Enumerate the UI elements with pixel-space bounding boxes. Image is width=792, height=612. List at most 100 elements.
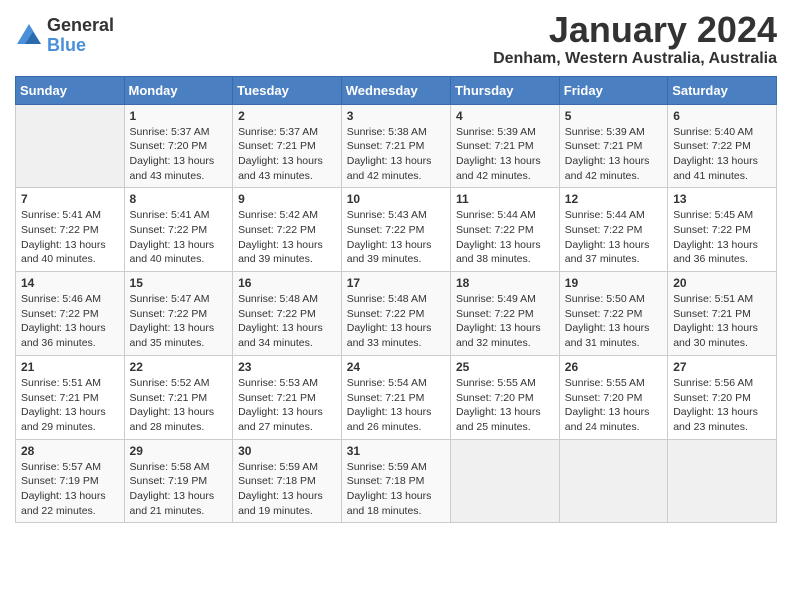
day-cell: 17 Sunrise: 5:48 AM Sunset: 7:22 PM Dayl… (341, 272, 450, 356)
day-number: 18 (456, 276, 554, 290)
sunset-text: Sunset: 7:22 PM (565, 308, 643, 320)
day-number: 9 (238, 192, 336, 206)
sunset-text: Sunset: 7:22 PM (456, 224, 534, 236)
column-headers: SundayMondayTuesdayWednesdayThursdayFrid… (16, 76, 777, 104)
day-info: Sunrise: 5:57 AM Sunset: 7:19 PM Dayligh… (21, 460, 119, 519)
col-header-wednesday: Wednesday (341, 76, 450, 104)
sunrise-text: Sunrise: 5:57 AM (21, 461, 101, 473)
day-cell: 8 Sunrise: 5:41 AM Sunset: 7:22 PM Dayli… (124, 188, 233, 272)
day-number: 21 (21, 360, 119, 374)
day-number: 20 (673, 276, 771, 290)
logo-general-text: General (47, 16, 114, 36)
day-info: Sunrise: 5:59 AM Sunset: 7:18 PM Dayligh… (238, 460, 336, 519)
sunrise-text: Sunrise: 5:44 AM (456, 209, 536, 221)
sunset-text: Sunset: 7:18 PM (238, 475, 316, 487)
sunrise-text: Sunrise: 5:48 AM (347, 293, 427, 305)
sunrise-text: Sunrise: 5:38 AM (347, 126, 427, 138)
sunset-text: Sunset: 7:19 PM (21, 475, 99, 487)
sunset-text: Sunset: 7:21 PM (456, 140, 534, 152)
day-info: Sunrise: 5:50 AM Sunset: 7:22 PM Dayligh… (565, 292, 662, 351)
sunrise-text: Sunrise: 5:59 AM (238, 461, 318, 473)
title-section: January 2024 Denham, Western Australia, … (493, 10, 777, 68)
day-cell: 2 Sunrise: 5:37 AM Sunset: 7:21 PM Dayli… (233, 104, 342, 188)
week-row-3: 14 Sunrise: 5:46 AM Sunset: 7:22 PM Dayl… (16, 272, 777, 356)
day-number: 31 (347, 444, 445, 458)
day-info: Sunrise: 5:58 AM Sunset: 7:19 PM Dayligh… (130, 460, 228, 519)
day-cell: 5 Sunrise: 5:39 AM Sunset: 7:21 PM Dayli… (559, 104, 667, 188)
sunrise-text: Sunrise: 5:55 AM (456, 377, 536, 389)
day-info: Sunrise: 5:53 AM Sunset: 7:21 PM Dayligh… (238, 376, 336, 435)
day-cell (450, 439, 559, 523)
sunset-text: Sunset: 7:22 PM (456, 308, 534, 320)
daylight-text: Daylight: 13 hours and 36 minutes. (673, 239, 758, 266)
day-info: Sunrise: 5:52 AM Sunset: 7:21 PM Dayligh… (130, 376, 228, 435)
sunset-text: Sunset: 7:20 PM (130, 140, 208, 152)
day-cell: 31 Sunrise: 5:59 AM Sunset: 7:18 PM Dayl… (341, 439, 450, 523)
day-info: Sunrise: 5:55 AM Sunset: 7:20 PM Dayligh… (456, 376, 554, 435)
col-header-tuesday: Tuesday (233, 76, 342, 104)
day-cell: 22 Sunrise: 5:52 AM Sunset: 7:21 PM Dayl… (124, 355, 233, 439)
col-header-thursday: Thursday (450, 76, 559, 104)
sunset-text: Sunset: 7:22 PM (347, 224, 425, 236)
day-cell: 3 Sunrise: 5:38 AM Sunset: 7:21 PM Dayli… (341, 104, 450, 188)
sunset-text: Sunset: 7:20 PM (565, 392, 643, 404)
day-info: Sunrise: 5:56 AM Sunset: 7:20 PM Dayligh… (673, 376, 771, 435)
daylight-text: Daylight: 13 hours and 18 minutes. (347, 490, 432, 517)
sunset-text: Sunset: 7:22 PM (238, 224, 316, 236)
day-number: 11 (456, 192, 554, 206)
day-info: Sunrise: 5:39 AM Sunset: 7:21 PM Dayligh… (456, 125, 554, 184)
day-number: 19 (565, 276, 662, 290)
sunset-text: Sunset: 7:22 PM (673, 224, 751, 236)
week-row-1: 1 Sunrise: 5:37 AM Sunset: 7:20 PM Dayli… (16, 104, 777, 188)
daylight-text: Daylight: 13 hours and 27 minutes. (238, 406, 323, 433)
day-number: 28 (21, 444, 119, 458)
sunrise-text: Sunrise: 5:51 AM (673, 293, 753, 305)
day-info: Sunrise: 5:45 AM Sunset: 7:22 PM Dayligh… (673, 208, 771, 267)
day-cell: 18 Sunrise: 5:49 AM Sunset: 7:22 PM Dayl… (450, 272, 559, 356)
sunset-text: Sunset: 7:22 PM (565, 224, 643, 236)
day-cell (16, 104, 125, 188)
day-info: Sunrise: 5:46 AM Sunset: 7:22 PM Dayligh… (21, 292, 119, 351)
week-row-4: 21 Sunrise: 5:51 AM Sunset: 7:21 PM Dayl… (16, 355, 777, 439)
sunset-text: Sunset: 7:22 PM (21, 308, 99, 320)
col-header-friday: Friday (559, 76, 667, 104)
daylight-text: Daylight: 13 hours and 40 minutes. (130, 239, 215, 266)
day-cell: 28 Sunrise: 5:57 AM Sunset: 7:19 PM Dayl… (16, 439, 125, 523)
sunset-text: Sunset: 7:18 PM (347, 475, 425, 487)
day-info: Sunrise: 5:44 AM Sunset: 7:22 PM Dayligh… (456, 208, 554, 267)
day-number: 15 (130, 276, 228, 290)
daylight-text: Daylight: 13 hours and 37 minutes. (565, 239, 650, 266)
day-cell (559, 439, 667, 523)
day-number: 12 (565, 192, 662, 206)
sunrise-text: Sunrise: 5:43 AM (347, 209, 427, 221)
day-cell: 27 Sunrise: 5:56 AM Sunset: 7:20 PM Dayl… (668, 355, 777, 439)
sunrise-text: Sunrise: 5:41 AM (21, 209, 101, 221)
day-info: Sunrise: 5:41 AM Sunset: 7:22 PM Dayligh… (21, 208, 119, 267)
sunset-text: Sunset: 7:20 PM (456, 392, 534, 404)
sunset-text: Sunset: 7:22 PM (130, 224, 208, 236)
sunrise-text: Sunrise: 5:44 AM (565, 209, 645, 221)
logo-blue-text: Blue (47, 36, 114, 56)
sunrise-text: Sunrise: 5:39 AM (565, 126, 645, 138)
day-number: 17 (347, 276, 445, 290)
day-cell: 7 Sunrise: 5:41 AM Sunset: 7:22 PM Dayli… (16, 188, 125, 272)
sunset-text: Sunset: 7:22 PM (673, 140, 751, 152)
day-info: Sunrise: 5:54 AM Sunset: 7:21 PM Dayligh… (347, 376, 445, 435)
sunrise-text: Sunrise: 5:39 AM (456, 126, 536, 138)
sunrise-text: Sunrise: 5:56 AM (673, 377, 753, 389)
day-number: 29 (130, 444, 228, 458)
day-cell: 24 Sunrise: 5:54 AM Sunset: 7:21 PM Dayl… (341, 355, 450, 439)
day-number: 6 (673, 109, 771, 123)
sunrise-text: Sunrise: 5:42 AM (238, 209, 318, 221)
col-header-sunday: Sunday (16, 76, 125, 104)
daylight-text: Daylight: 13 hours and 34 minutes. (238, 322, 323, 349)
day-info: Sunrise: 5:51 AM Sunset: 7:21 PM Dayligh… (21, 376, 119, 435)
sunset-text: Sunset: 7:21 PM (565, 140, 643, 152)
sunrise-text: Sunrise: 5:40 AM (673, 126, 753, 138)
day-info: Sunrise: 5:44 AM Sunset: 7:22 PM Dayligh… (565, 208, 662, 267)
sunrise-text: Sunrise: 5:46 AM (21, 293, 101, 305)
daylight-text: Daylight: 13 hours and 31 minutes. (565, 322, 650, 349)
day-number: 3 (347, 109, 445, 123)
sunset-text: Sunset: 7:21 PM (347, 140, 425, 152)
day-cell: 11 Sunrise: 5:44 AM Sunset: 7:22 PM Dayl… (450, 188, 559, 272)
